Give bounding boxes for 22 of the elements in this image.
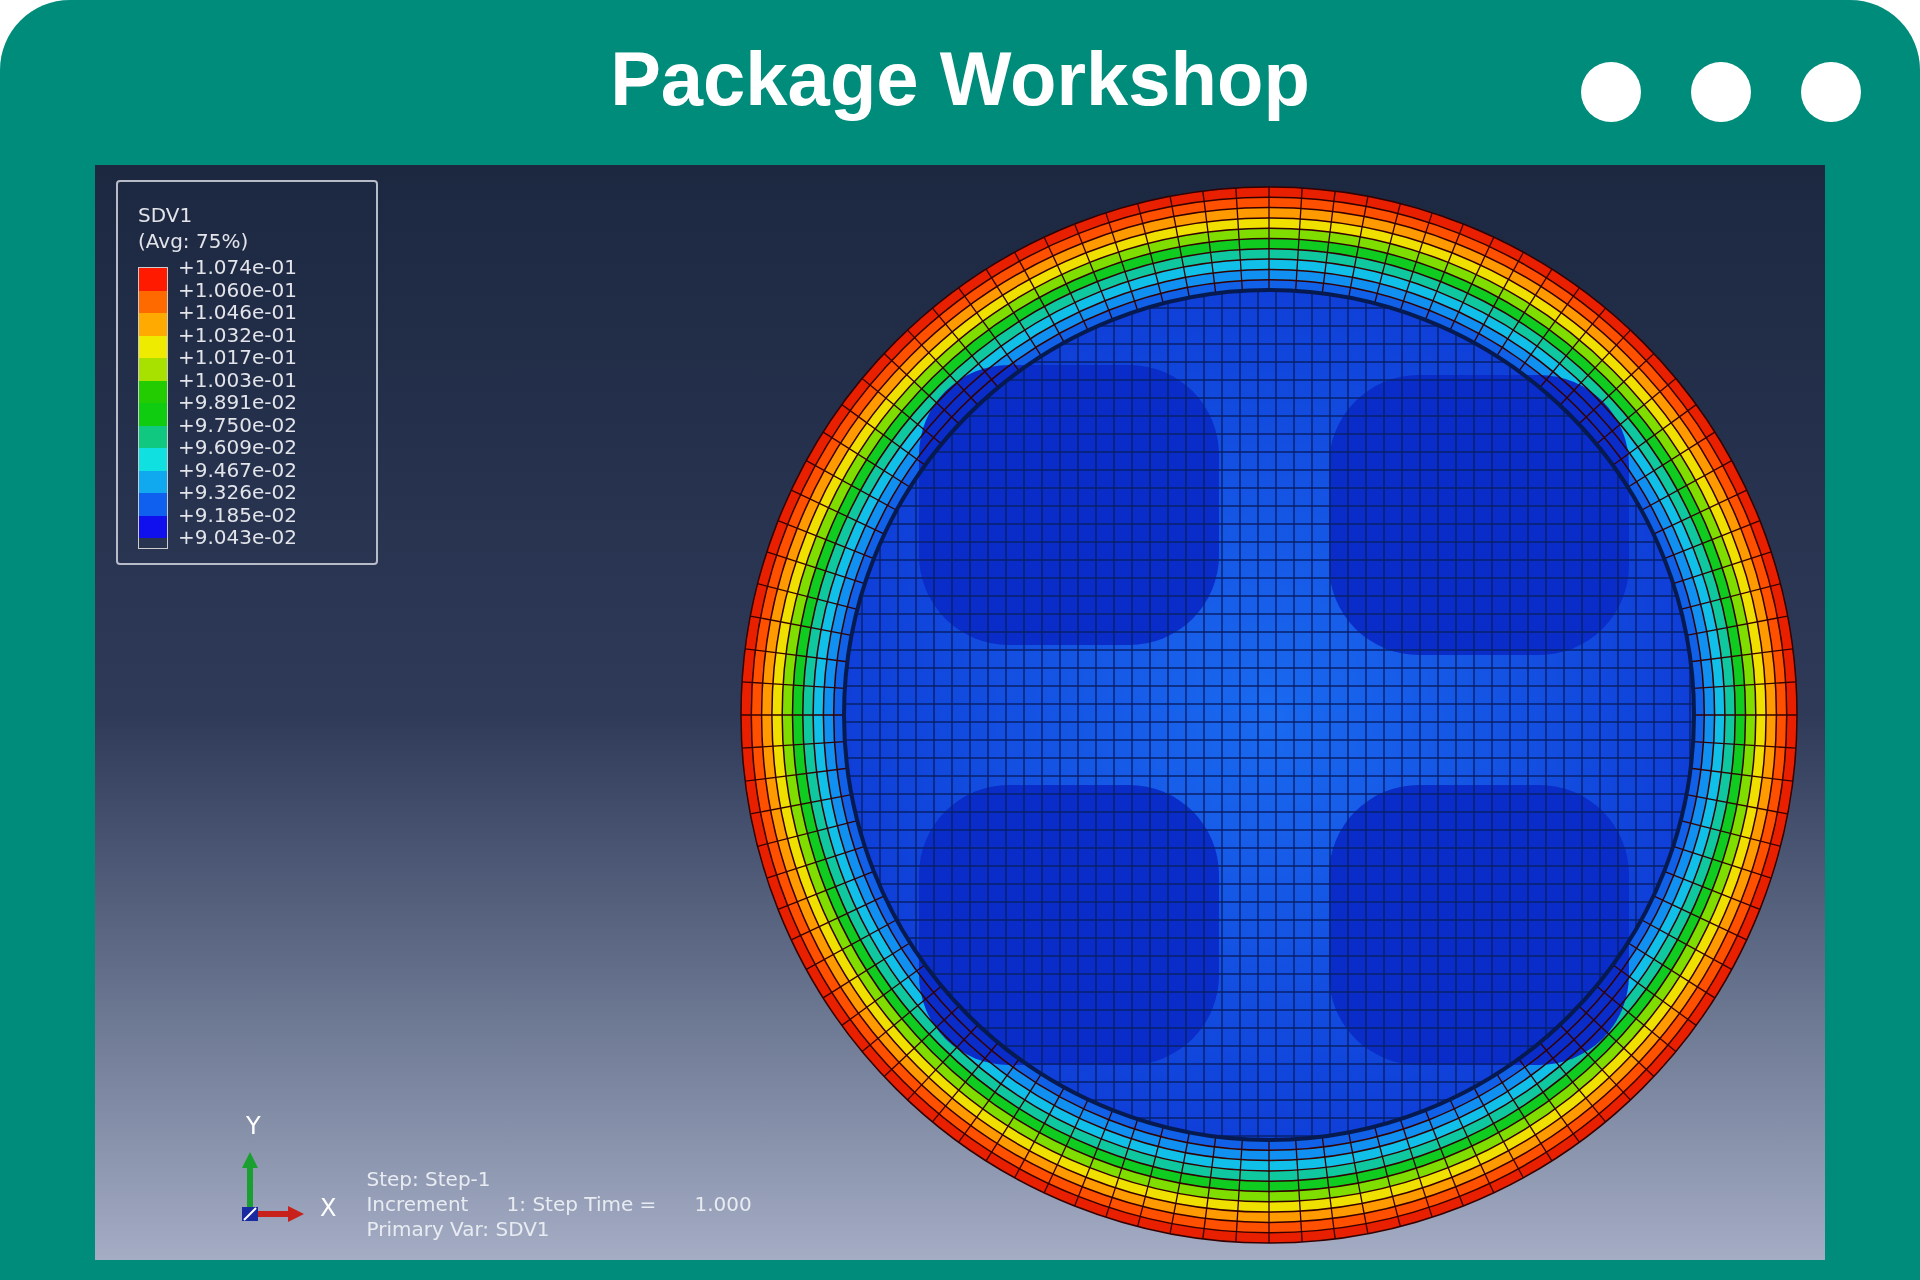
legend-value: +9.891e-02	[178, 391, 297, 414]
legend-value: +9.750e-02	[178, 413, 297, 436]
axis-label: Y	[246, 1111, 261, 1142]
legend-subtitle: (Avg: 75%)	[138, 228, 250, 254]
step-info-text: Primary Var: SDV1	[366, 1217, 551, 1242]
legend-value: +1.003e-01	[178, 368, 297, 391]
step-info-text: Increment 1: Step Time = 1.000	[366, 1192, 752, 1217]
legend-value: +9.326e-02	[178, 481, 297, 504]
axis-label: X	[320, 1193, 337, 1224]
legend-value: +1.046e-01	[178, 301, 297, 324]
legend-title: SDV1	[138, 202, 194, 228]
legend-value: +9.185e-02	[178, 503, 297, 526]
legend-value: +1.017e-01	[178, 346, 297, 369]
legend-value: +9.467e-02	[178, 458, 297, 481]
axis-triad-icon	[240, 1150, 306, 1222]
legend-value: +1.074e-01	[178, 256, 297, 279]
step-info-text: Step: Step-1	[366, 1167, 492, 1192]
legend-value: +1.060e-01	[178, 278, 297, 301]
window-title: Package Workshop	[610, 34, 1310, 123]
legend-value: +1.032e-01	[178, 323, 297, 346]
legend-value: +9.043e-02	[178, 526, 297, 549]
legend-value: +9.609e-02	[178, 436, 297, 459]
